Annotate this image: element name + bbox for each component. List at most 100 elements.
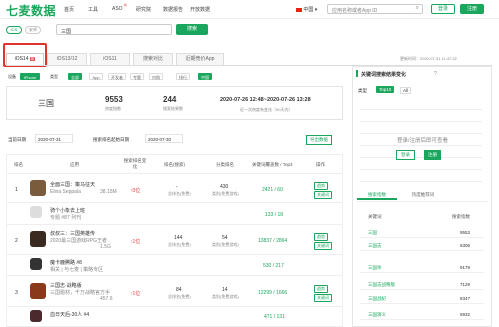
topic-icon [30,258,42,270]
kw-name[interactable]: 三国杀 [368,265,382,271]
row1-developer: Elina Seppala [50,189,81,195]
row3-desc: 三国题材，千万战略官方手 [50,290,111,296]
list-item[interactable]: 三国战纪 8347 [360,293,484,304]
type-all[interactable]: 全部 [68,73,82,80]
date-label: 当前日期 [8,137,26,142]
update-time: 更新时间：2020-07-31 11:47:32 [400,56,457,61]
nav-research[interactable]: 研究院 [136,6,151,13]
start-date-picker[interactable]: 2020-07-30 [145,134,183,143]
row1-cat-rank-type: 类别(免费游戏) [212,191,239,196]
row1b-name[interactable]: 骑个小象去上班 [50,207,85,214]
row3-keywords[interactable]: 12299 / 1666 [258,290,287,296]
platform-android[interactable]: 安卓 [25,26,41,34]
header-search-placeholder: 应用名称或者App ID [332,8,378,14]
header-search[interactable]: 应用名称或者App ID ⌕ [327,4,423,14]
panel-login-button[interactable]: 登录 [396,150,415,160]
row2b-name[interactable]: 魔卡鹿腾路 #8 [50,259,82,266]
nav-tools[interactable]: 工具 [88,6,98,13]
tab-search-index[interactable]: 搜索指数 [357,190,397,200]
help-icon[interactable]: ? [434,71,437,77]
export-button[interactable]: 导出数据 [306,135,332,145]
nav-aso[interactable]: ASO [112,6,123,12]
type-iap[interactable]: 内购 [149,73,163,80]
top10-toggle[interactable]: Top10 [376,86,395,93]
nav-open-data[interactable]: 开放数据 [190,6,210,13]
date-picker[interactable]: 2020-07-31 [35,134,73,143]
tab-ios11[interactable]: iOS11 [90,53,130,65]
logo[interactable]: 七麦数据 [6,2,56,19]
stats-keyword: 三国 [38,99,54,108]
kw-index: 6306 [460,243,471,248]
list-item[interactable]: 三国志战略版 7129 [360,279,484,290]
col-change: 搜索排名变化 [123,158,147,169]
keyword-search-input[interactable]: 三国 [56,24,172,35]
type-topic[interactable]: 专题 [130,73,144,80]
list-item[interactable]: 三国杀 9179 [360,262,484,273]
nav-home[interactable]: 首页 [64,6,74,13]
row1-cat-rank: 430 [220,184,229,190]
keyword-button[interactable]: 关键词 [314,191,332,199]
row-divider [6,224,342,225]
type-china[interactable]: 中国 [198,73,212,80]
trend-button[interactable]: 趋势 [314,182,328,190]
tab-ios13[interactable]: iOS13/12 [47,53,87,65]
trend-button[interactable]: 趋势 [314,285,328,293]
row2-total-rank: 144 [174,235,183,241]
type-rank[interactable]: 排行 [176,73,190,80]
row-divider [6,202,342,203]
type-app[interactable]: App [89,73,103,80]
row3b-name[interactable]: 血日天后-30人 #4 [50,311,89,318]
keyword-search-button[interactable]: 搜索 [176,24,208,35]
list-item[interactable]: 三国志 6306 [360,240,484,251]
row1b-sub: 专题 #87 列刊 [50,215,82,221]
app-icon[interactable] [30,231,46,247]
row2-keywords[interactable]: 13837 / 2864 [258,238,287,244]
tab-hot-words[interactable]: 热度推荐词 [400,190,446,200]
row2-rank: 2 [15,238,18,244]
kw-name[interactable]: 三国志 [368,243,382,249]
row3-size: 457.6 [100,296,113,302]
row1-keywords[interactable]: 2421 / 60 [262,187,283,193]
app-icon[interactable] [30,283,46,299]
row1b-keywords[interactable]: 133 / 18 [265,212,283,218]
type-label: 类型 [358,88,367,93]
kw-name[interactable]: 三国演义 [368,312,386,318]
device-iphone[interactable]: iPhone [20,73,40,80]
search-icon[interactable]: ⌕ [416,5,419,12]
list-item[interactable]: 三国演义 6932 [360,309,484,320]
row3-cat-rank: 14 [222,287,228,293]
row-divider [6,306,342,307]
panel-register-button[interactable]: 注册 [424,150,441,160]
kw-name[interactable]: 三国志战略版 [368,282,395,288]
login-button[interactable]: 登录 [431,4,455,14]
kw-col-header: 关键词 [368,214,382,219]
kw-name[interactable]: 三国战纪 [368,296,386,302]
row2-app-name[interactable]: 叔叔三：三国英雄传 [50,230,95,237]
right-title: 关键词搜索结果变化 [361,72,407,78]
keyword-button[interactable]: 关键词 [314,242,332,250]
row2b-keywords[interactable]: 530 / 217 [263,263,284,269]
platform-ios[interactable]: iOS [6,26,22,34]
topic-icon [30,206,42,218]
stats-date-note: 近一次热度有变化（90天内） [240,107,293,112]
tab-recent-bid[interactable]: 近期竞价App [176,53,224,65]
chevron-down-icon: ▾ [314,7,318,13]
type-developer[interactable]: 开发者 [108,73,126,80]
all-toggle[interactable]: All [400,87,412,94]
row3b-keywords[interactable]: 471 / 131 [264,314,285,320]
app-icon[interactable] [30,180,46,196]
register-button[interactable]: 注册 [460,4,484,14]
row1-app-name[interactable]: 全面三国：策马征天 [50,181,95,188]
trend-button[interactable]: 趋势 [314,233,328,241]
row3-app-name[interactable]: 三国志·战略版 [50,282,82,289]
region-select[interactable]: 中国 ▾ [296,6,317,13]
accent-bar [356,70,358,77]
stats-index-unit: 热度指数 [105,106,121,111]
nav-reports[interactable]: 数据报告 [163,6,183,13]
tab-compare[interactable]: 搜索对比 [133,53,173,65]
list-item[interactable]: 三国 9553 [360,227,484,238]
row1-total-rank: - [176,184,178,190]
kw-name[interactable]: 三国 [368,230,377,236]
row2-cat-rank: 54 [222,235,228,241]
keyword-button[interactable]: 关键词 [314,294,332,302]
